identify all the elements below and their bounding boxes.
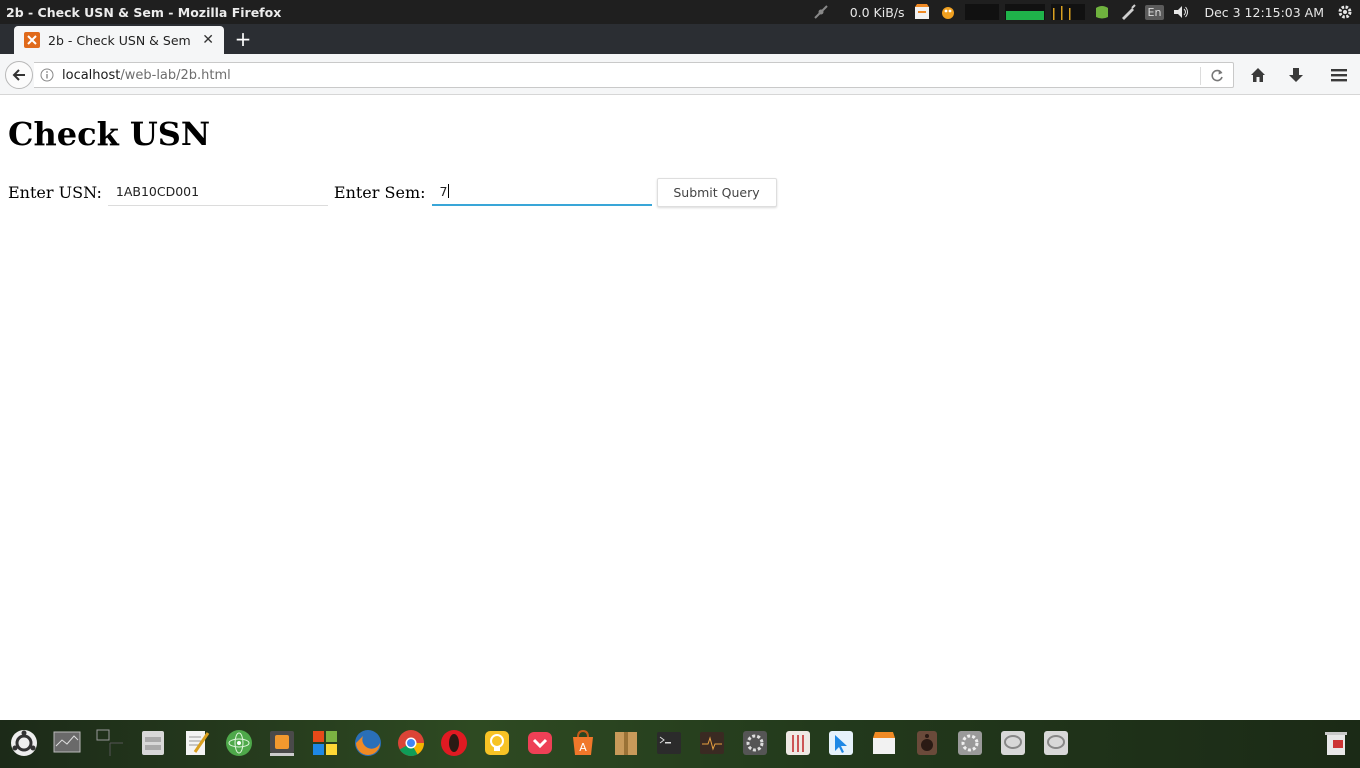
tab-label: 2b - Check USN & Sem xyxy=(48,32,191,48)
url-bar[interactable]: localhost/web-lab/2b.html xyxy=(34,62,1234,88)
trash-icon[interactable] xyxy=(1320,727,1352,759)
arrow-left-icon xyxy=(12,69,25,81)
volume-icon[interactable] xyxy=(1172,0,1190,24)
xampp-favicon-icon xyxy=(24,32,40,48)
page-title: Check USN xyxy=(8,115,211,153)
workspace-switcher-icon[interactable] xyxy=(94,727,126,759)
cursor-icon[interactable] xyxy=(825,727,857,759)
chat-alt-icon[interactable] xyxy=(1040,727,1072,759)
evernote-icon[interactable] xyxy=(1093,0,1111,24)
settings-tweak-icon[interactable] xyxy=(739,727,771,759)
reload-icon[interactable] xyxy=(1209,68,1225,84)
firefox-icon[interactable] xyxy=(352,727,384,759)
chat-icon[interactable] xyxy=(997,727,1029,759)
system-tray: 0.0 KiB/s En Dec 3 12:15:03 AM xyxy=(808,0,1360,24)
page-content: Check USN Enter USN: 1AB10CD001 Enter Se… xyxy=(0,95,1360,720)
gear-icon[interactable] xyxy=(1336,0,1354,24)
activity-monitor-icon[interactable] xyxy=(696,727,728,759)
clock[interactable]: Dec 3 12:15:03 AM xyxy=(1204,0,1324,24)
system-monitor-icon[interactable] xyxy=(51,727,83,759)
site-info-icon[interactable] xyxy=(40,68,54,82)
pocket-icon[interactable] xyxy=(524,727,556,759)
terminal-icon[interactable] xyxy=(653,727,685,759)
url-path: /web-lab/2b.html xyxy=(120,67,231,83)
usn-input-value: 1AB10CD001 xyxy=(115,184,200,199)
usn-form: Enter USN: 1AB10CD001 Enter Sem: 7 Submi… xyxy=(8,177,777,207)
tab-close-icon[interactable]: ✕ xyxy=(202,32,214,48)
window-title: 2b - Check USN & Sem - Mozilla Firefox xyxy=(6,4,282,20)
new-tab-button[interactable]: + xyxy=(232,28,254,50)
sem-input[interactable]: 7 xyxy=(431,178,652,206)
network-cable-icon[interactable] xyxy=(812,0,830,24)
svg-text:A: A xyxy=(579,741,587,754)
tab-active[interactable]: 2b - Check USN & Sem ✕ xyxy=(14,26,224,54)
video-app-indicator-icon[interactable] xyxy=(913,0,931,24)
sem-label: Enter Sem: xyxy=(333,182,426,202)
navigation-toolbar: localhost/web-lab/2b.html xyxy=(0,54,1360,95)
mixer-icon[interactable] xyxy=(782,727,814,759)
menu-icon[interactable] xyxy=(1329,65,1349,85)
idea-bulb-icon[interactable] xyxy=(481,727,513,759)
software-center-icon[interactable]: A xyxy=(567,727,599,759)
network-speed: 0.0 KiB/s xyxy=(849,4,905,20)
speaker-icon[interactable] xyxy=(911,727,943,759)
atom-editor-icon[interactable] xyxy=(223,727,255,759)
keyboard-layout-indicator[interactable]: En xyxy=(1144,0,1165,24)
home-icon[interactable] xyxy=(1248,65,1268,85)
pen-tool-icon[interactable] xyxy=(1119,0,1137,24)
url-separator xyxy=(1200,67,1201,85)
back-button[interactable] xyxy=(5,61,33,89)
chrome-icon[interactable] xyxy=(395,727,427,759)
text-editor-icon[interactable] xyxy=(180,727,212,759)
download-icon[interactable] xyxy=(1286,65,1306,85)
opera-icon[interactable] xyxy=(438,727,470,759)
url-host: localhost xyxy=(62,67,121,83)
pidgin-mascot-icon[interactable] xyxy=(939,0,957,24)
usn-label: Enter USN: xyxy=(8,182,102,202)
submit-query-button[interactable]: Submit Query xyxy=(656,177,777,207)
system-top-panel: 2b - Check USN & Sem - Mozilla Firefox 0… xyxy=(0,0,1360,24)
keyboard-language: En xyxy=(1144,4,1165,20)
sem-input-value: 7 xyxy=(439,183,448,199)
tab-strip: 2b - Check USN & Sem ✕ + xyxy=(0,24,1360,54)
sublime-text-icon[interactable] xyxy=(266,727,298,759)
text-caret xyxy=(448,184,450,198)
system-load-indicator[interactable] xyxy=(964,0,1085,24)
usn-input[interactable]: 1AB10CD001 xyxy=(107,178,328,206)
app-dock: A xyxy=(0,720,1360,768)
windows-logo-icon[interactable] xyxy=(309,727,341,759)
clapper-icon[interactable] xyxy=(868,727,900,759)
ubuntu-logo-icon[interactable] xyxy=(8,727,40,759)
archive-manager-icon[interactable] xyxy=(610,727,642,759)
system-settings-icon[interactable] xyxy=(954,727,986,759)
file-manager-icon[interactable] xyxy=(137,727,169,759)
